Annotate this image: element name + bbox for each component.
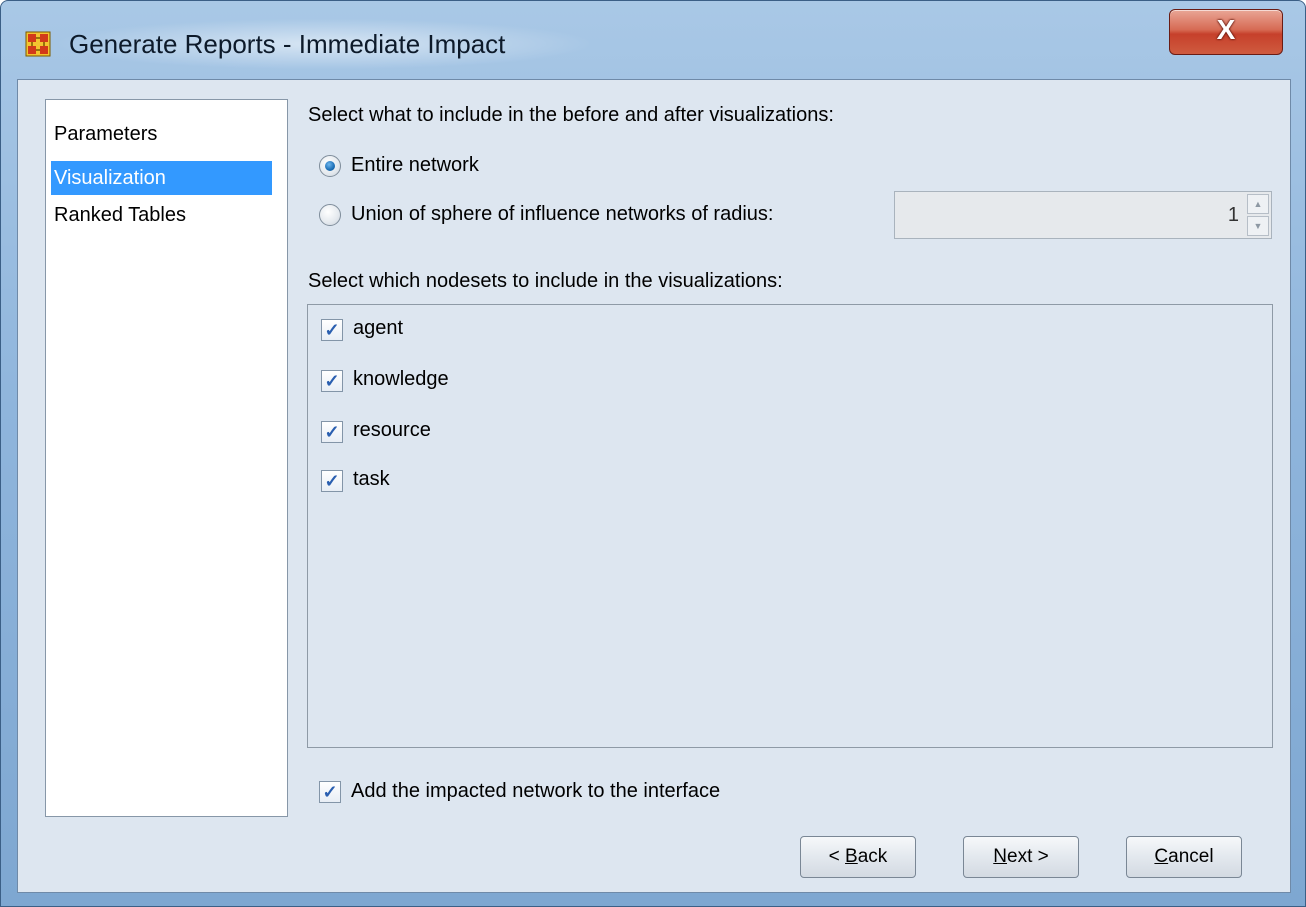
navigation-list: Parameters Visualization Ranked Tables xyxy=(45,99,288,817)
add-network-checkbox[interactable]: ✓ xyxy=(319,781,341,803)
include-prompt: Select what to include in the before and… xyxy=(308,104,834,126)
window-title: Generate Reports - Immediate Impact xyxy=(69,29,506,59)
agent-checkbox[interactable]: ✓ xyxy=(321,319,343,341)
back-button-mnemonic: B xyxy=(845,846,858,867)
nodeset-label-agent[interactable]: agent xyxy=(353,317,403,340)
next-button-mnemonic: N xyxy=(993,846,1007,867)
spinner-up-icon[interactable]: ▲ xyxy=(1247,194,1269,214)
nav-item-visualization[interactable]: Visualization xyxy=(51,161,272,195)
entire-network-label[interactable]: Entire network xyxy=(351,154,479,177)
nav-item-ranked-tables[interactable]: Ranked Tables xyxy=(51,198,272,232)
back-button-prefix: < xyxy=(828,846,846,867)
next-button[interactable]: Next > xyxy=(963,836,1079,878)
title-bar[interactable]: Generate Reports - Immediate Impact X xyxy=(1,1,1305,79)
nodeset-label-resource[interactable]: resource xyxy=(353,419,431,442)
nodeset-label-task[interactable]: task xyxy=(353,468,390,491)
back-button[interactable]: < Back xyxy=(800,836,916,878)
radius-value: 1 xyxy=(1227,204,1239,226)
cancel-button-mnemonic: C xyxy=(1154,846,1169,867)
radio-selected-dot xyxy=(325,161,335,171)
union-sphere-label[interactable]: Union of sphere of influence networks of… xyxy=(351,203,773,226)
spinner-down-icon[interactable]: ▼ xyxy=(1247,216,1269,236)
nodeset-label-knowledge[interactable]: knowledge xyxy=(353,368,449,391)
nodeset-list: ✓ agent ✓ knowledge ✓ resource ✓ task xyxy=(307,304,1273,748)
nodesets-prompt: Select which nodesets to include in the … xyxy=(308,270,783,292)
add-network-label[interactable]: Add the impacted network to the interfac… xyxy=(351,780,720,803)
knowledge-checkbox[interactable]: ✓ xyxy=(321,370,343,392)
radius-spinner[interactable]: 1 ▲ ▼ xyxy=(894,191,1272,239)
close-icon: X xyxy=(1216,14,1236,45)
nav-item-parameters[interactable]: Parameters xyxy=(51,117,272,151)
dialog-window: Generate Reports - Immediate Impact X Pa… xyxy=(0,0,1306,907)
cancel-button[interactable]: Cancel xyxy=(1126,836,1242,878)
resource-checkbox[interactable]: ✓ xyxy=(321,421,343,443)
union-sphere-radio[interactable] xyxy=(319,204,341,226)
app-network-icon xyxy=(25,31,51,57)
entire-network-radio[interactable] xyxy=(319,155,341,177)
cancel-button-label: ancel xyxy=(1168,846,1214,867)
next-button-label: ext > xyxy=(1007,846,1049,867)
task-checkbox[interactable]: ✓ xyxy=(321,470,343,492)
close-button[interactable]: X xyxy=(1169,9,1283,55)
dialog-content: Parameters Visualization Ranked Tables S… xyxy=(17,79,1291,893)
back-button-label: ack xyxy=(857,846,888,867)
